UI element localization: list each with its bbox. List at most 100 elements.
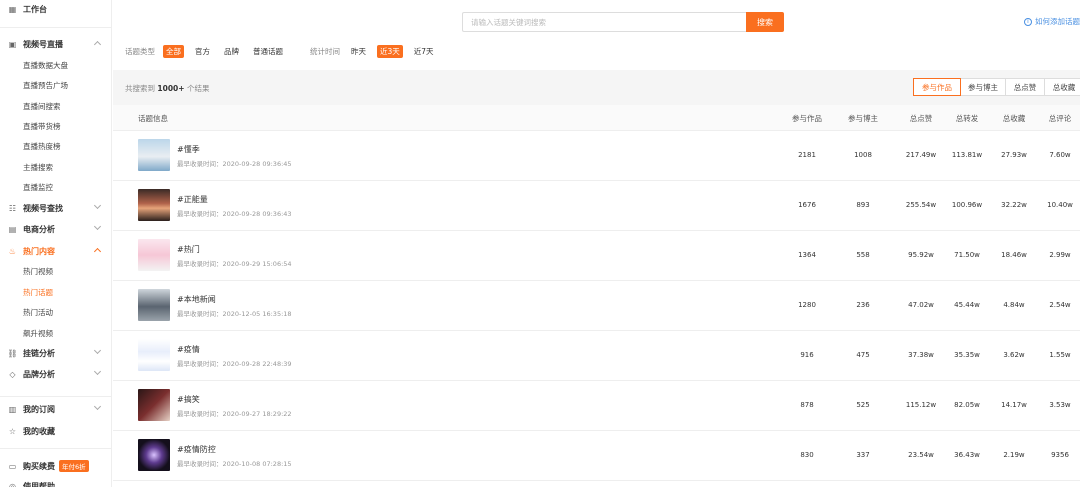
sidebar-subitem-12[interactable]: 热门视频 xyxy=(0,263,111,279)
filter-bar: 话题类型 全部 官方 品牌 普通话题 统计时间 昨天 近3天 近7天 xyxy=(125,44,445,58)
sort-tab[interactable]: 总点赞 xyxy=(1005,78,1045,96)
cell-bloggers: 558 xyxy=(856,251,870,259)
sidebar-item-label: 热门视频 xyxy=(23,266,53,276)
table-row[interactable]: #热门最早收录时间：2020-09-29 15:06:54 1364 558 95.9… xyxy=(113,231,1080,281)
table-row[interactable]: #搞笑 最早收录时间：2020-09-27 18:29:22 878 525 115.1… xyxy=(113,381,1080,431)
cell-bloggers: 337 xyxy=(856,451,870,459)
topic-name[interactable]: #疫情 xyxy=(177,344,200,355)
sidebar-item-9[interactable]: ☷ 视频号查找 xyxy=(0,200,111,216)
time-range-label: 统计时间 xyxy=(310,46,340,56)
sort-tab[interactable]: 总收藏 xyxy=(1044,78,1080,96)
topic-name[interactable]: #热门 xyxy=(177,244,200,255)
cell-works: 2181 xyxy=(798,151,816,159)
table-row[interactable]: #疫情 最早收录时间：2020-09-28 22:48:39 916 475 37.38… xyxy=(113,331,1080,381)
sidebar-item-20[interactable]: ▭ 购买续费 年付6折 xyxy=(0,458,111,474)
summary-bar: 共搜索到 1000+ 个结果 参与作品 参与博主 总点赞 总收藏 xyxy=(113,70,1080,105)
cell-works: 1676 xyxy=(798,201,816,209)
sidebar-item-18[interactable]: ▥ 我的订阅 xyxy=(0,401,111,417)
cell-shares: 35.35w xyxy=(954,351,980,359)
table-row[interactable]: #正能量 最早收录时间：2020-09-28 09:36:43 1676 893 255… xyxy=(113,181,1080,231)
sidebar-item-16[interactable]: ⛓ 挂链分析 xyxy=(0,345,111,361)
sidebar-subitem-7[interactable]: 主播搜索 xyxy=(0,159,111,175)
sidebar-item-label: 视频号查找 xyxy=(23,203,63,213)
time-range-option[interactable]: 昨天 xyxy=(348,45,369,58)
topic-search-input[interactable]: 请输入话题关键词搜索 xyxy=(462,12,746,32)
flame-icon: ♨ xyxy=(8,246,17,256)
sidebar-subitem-14[interactable]: 热门活动 xyxy=(0,304,111,320)
sidebar-subitem-4[interactable]: 直播间搜索 xyxy=(0,98,111,114)
topic-name[interactable]: #懂季 xyxy=(177,144,200,155)
sidebar-subitem-3[interactable]: 直播预告广场 xyxy=(0,77,111,93)
table-row[interactable]: #本地新闻 最早收录时间：2020-12-05 16:35:18 1280 236 47… xyxy=(113,281,1080,331)
sidebar-item-1[interactable]: ▣ 视频号直播 xyxy=(0,36,111,52)
sidebar-subitem-13[interactable]: 热门话题 xyxy=(0,284,111,300)
cell-works: 1364 xyxy=(798,251,816,259)
sidebar-item-19[interactable]: ☆ 我的收藏 xyxy=(0,423,111,439)
search-button[interactable]: 搜索 xyxy=(746,12,784,32)
topic-name[interactable]: #搞笑 xyxy=(177,394,200,405)
cell-favs: 2.19w xyxy=(1003,451,1025,459)
time-range-option[interactable]: 近3天 xyxy=(377,44,403,58)
summary-suffix: 个结果 xyxy=(186,84,210,93)
table-row[interactable]: #懂季 最早收录时间：2020-09-28 09:36:45 2181 1008 217… xyxy=(113,131,1080,181)
cell-comments: 3.53w xyxy=(1049,401,1071,409)
cell-likes: 23.54w xyxy=(908,451,934,459)
sidebar-divider xyxy=(0,448,111,449)
sidebar-item-11[interactable]: ♨ 热门内容 xyxy=(0,243,111,259)
discount-badge: 年付6折 xyxy=(59,460,89,472)
subscription-icon: ▥ xyxy=(8,404,17,414)
topic-type-option[interactable]: 全部 xyxy=(163,44,184,58)
cell-works: 916 xyxy=(800,351,814,359)
sidebar-divider xyxy=(0,396,111,397)
topic-first-seen: 最早收录时间：2020-09-29 15:06:54 xyxy=(177,260,292,268)
cell-likes: 115.12w xyxy=(905,401,937,409)
chevron-down-icon xyxy=(93,201,102,210)
topic-first-seen: 最早收录时间：2020-09-28 22:48:39 xyxy=(177,360,292,368)
topic-type-option[interactable]: 品牌 xyxy=(221,45,242,58)
cell-likes: 255.54w xyxy=(905,201,937,209)
time-range-option[interactable]: 近7天 xyxy=(411,45,437,58)
cart-icon: ▭ xyxy=(8,461,17,471)
sidebar-subitem-5[interactable]: 直播带货榜 xyxy=(0,118,111,134)
cell-likes: 95.92w xyxy=(908,251,934,259)
sidebar-subitem-8[interactable]: 直播监控 xyxy=(0,179,111,195)
topic-type-option[interactable]: 普通话题 xyxy=(250,45,286,58)
sidebar-subitem-6[interactable]: 直播热度榜 xyxy=(0,138,111,154)
cell-bloggers: 1008 xyxy=(854,151,872,159)
topic-name[interactable]: #本地新闻 xyxy=(177,294,216,305)
topic-first-seen: 最早收录时间：2020-09-28 09:36:45 xyxy=(177,160,292,168)
sidebar-item-label: 直播预告广场 xyxy=(23,80,68,90)
topic-type-label: 话题类型 xyxy=(125,46,155,56)
sort-tab[interactable]: 参与作品 xyxy=(913,78,961,96)
column-header: 参与作品 xyxy=(792,114,822,123)
cell-works: 1280 xyxy=(798,301,816,309)
sidebar-subitem-15[interactable]: 飙升视频 xyxy=(0,325,111,341)
topic-name[interactable]: #正能量 xyxy=(177,194,208,205)
help-link[interactable]: i 如何添加话题 xyxy=(1024,16,1080,27)
grid-icon: ▦ xyxy=(8,4,17,14)
sidebar-item-label: 直播间搜索 xyxy=(23,101,61,111)
cell-shares: 100.96w xyxy=(951,201,983,209)
cell-likes: 37.38w xyxy=(908,351,934,359)
sidebar-item-10[interactable]: ▤ 电商分析 xyxy=(0,221,111,237)
sidebar-item-17[interactable]: ◇ 品牌分析 xyxy=(0,366,111,382)
column-header: 总评论 xyxy=(1048,114,1072,123)
topic-thumbnail xyxy=(138,189,170,221)
topic-type-option[interactable]: 官方 xyxy=(192,45,213,58)
table-row[interactable]: #疫情防控 最早收录时间：2020-10-08 07:28:15 830 337 23.… xyxy=(113,431,1080,481)
sidebar-item-label: 挂链分析 xyxy=(23,348,55,358)
sort-tab[interactable]: 参与博主 xyxy=(960,78,1006,96)
topic-name[interactable]: #疫情防控 xyxy=(177,444,216,455)
sidebar-subitem-2[interactable]: 直播数据大盘 xyxy=(0,57,111,73)
help-icon: ◎ xyxy=(9,481,16,487)
column-header: 总点赞 xyxy=(909,114,933,123)
chevron-down-icon xyxy=(93,222,102,231)
cell-comments: 10.40w xyxy=(1047,201,1073,209)
sidebar-item-0[interactable]: ▦ 工作台 xyxy=(0,1,111,17)
cell-works: 830 xyxy=(800,451,814,459)
column-header: 总转发 xyxy=(955,114,979,123)
tag-icon: ◇ xyxy=(9,369,16,379)
link-icon: ⛓ xyxy=(7,348,18,358)
sidebar-item-21[interactable]: ◎ 使用帮助 xyxy=(0,478,111,487)
live-icon: ▣ xyxy=(8,39,17,49)
